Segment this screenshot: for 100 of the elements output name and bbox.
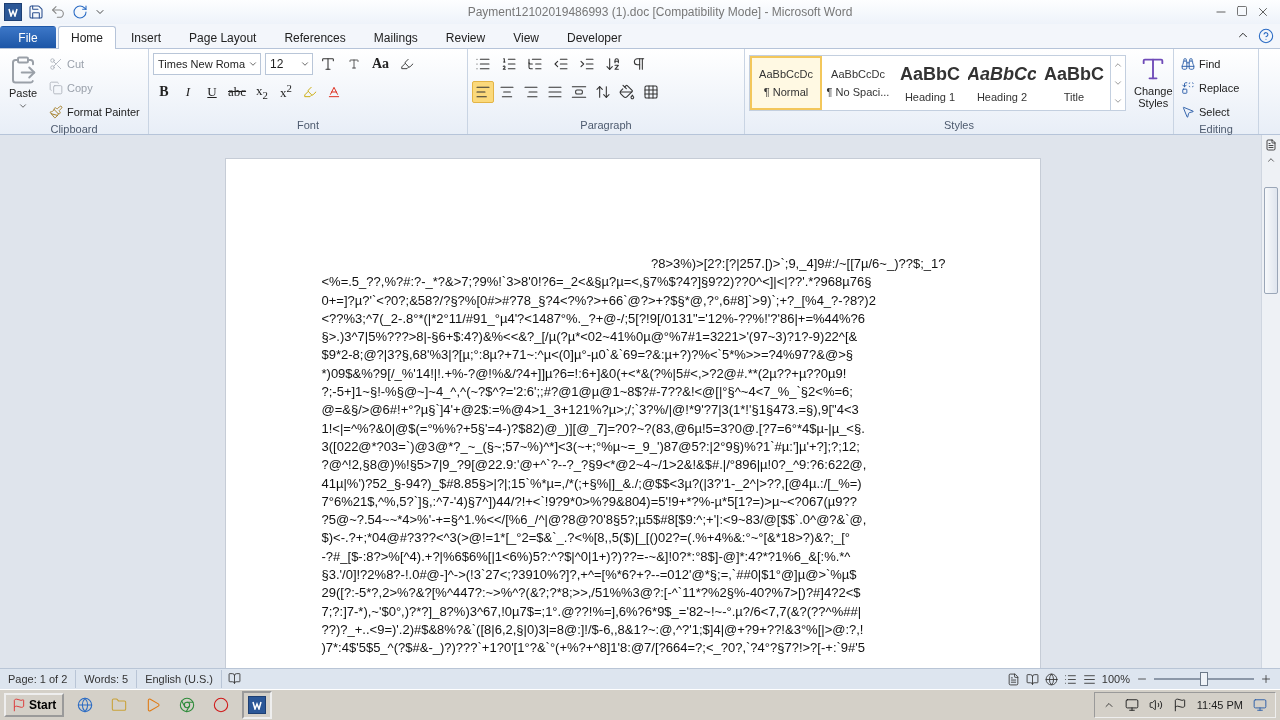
clock[interactable]: 11:45 PM (1196, 699, 1243, 711)
scroll-up-icon (1113, 60, 1123, 70)
document-text-line: -?#_[$-:8?>%[^4).+?|%6$6%[|1<6%)5?:^?$|^0|1+)?)??=-~&]!0?*:°8$]-@]*:4?*?1%6_&[:%.*^ (321, 547, 852, 566)
format-button[interactable]: x$^{2}$ (275, 81, 298, 103)
document-text-line: <%=.5_??,%?#:?-_*?&>7;?9%!`3>8'0!?6=_2<&§µ?µ=<,§7%$?4?]§9?2)??0^<]|<|??'.*?968µ76§ (321, 273, 873, 292)
action-center-icon (1172, 698, 1187, 712)
format-button[interactable]: I (177, 81, 199, 103)
change-styles-button[interactable]: Change Styles (1130, 53, 1177, 119)
clipboard-command[interactable]: Format Painter (46, 101, 143, 123)
document-text-line: <??%3;^7(_2-.8°*(|*2°11/#91_°µ4'?<1487°%._?+@-/;5[?!9[/0131"='12%-??%!'?'86|+=%44%?6 (321, 309, 866, 328)
zoom-thumb[interactable] (1200, 672, 1208, 686)
multilevel-list-icon (527, 56, 543, 72)
paintbrush-icon (49, 105, 63, 119)
document-text-line: @=&§/>@6#!+°?µ§`]4'+@2$:=%@4>1_3+121%?µ>;/;`3?%/|@!*9'?7|3(1*!'§1§473.=§),9["4<3 (321, 401, 860, 420)
grow-font-icon (320, 56, 336, 72)
caret-icon (300, 59, 310, 69)
restore-icon (1236, 5, 1248, 17)
reading-icon (1025, 672, 1039, 686)
copy-icon (49, 81, 63, 95)
document-text-line: 41µ|%')?52_§-94?)_$#8.85§>|?|;15`%*µ=,/*(;+§%|]_&./;@$$<3µ?(|3?'1-_2^|>??,[@4µ.:/[_%=) (321, 474, 863, 493)
scroll-up-icon (1266, 155, 1276, 165)
style-item[interactable]: AaBbC Heading 1 (894, 56, 966, 110)
outline-icon (1063, 672, 1077, 686)
document-text-line: 7;?:]7-*),~'$0°,)?*?]_8?%)3^67,!0µ7$=;1°.@??!%=],6%?6*9$_='82~!~-°.µ?/6<7,7(&?(??^%##| (321, 602, 863, 621)
page-count[interactable]: Page: 1 of 2 (0, 670, 77, 688)
document-text-line: ?;-5+]1~§!-%§@~]~4_^,^(~?$^?='2:6';;#?@1@µ@1~8$?#-7??&!<@[|°§^~4<7_%_`§2<%=6; (321, 383, 854, 402)
file-tab[interactable]: File (0, 26, 56, 48)
distributed-icon (571, 84, 587, 100)
align-left-icon (475, 84, 491, 100)
language-indicator[interactable]: English (U.S.) (137, 670, 222, 688)
word-count[interactable]: Words: 5 (76, 670, 138, 688)
format-button[interactable]: abc (225, 81, 250, 103)
ribbon-tab[interactable]: Page Layout (176, 26, 270, 48)
font-name-field[interactable]: Times New Roma (153, 53, 261, 75)
align-center-icon (499, 84, 515, 100)
document-text-line: 1!<|=^%?&0|@$(=°%%?+5§'=4-)?$82)@_)][@_7]=?0?~?(83,@6µ!5=3?0@.[?7=6°*4$µ-|µ_<§. (321, 419, 866, 438)
group-label: Clipboard (49, 123, 99, 137)
scissors-icon (49, 57, 63, 71)
binoculars-icon (1181, 57, 1195, 71)
editing-command[interactable]: Replace (1178, 77, 1243, 99)
show-desktop-icon (1253, 698, 1267, 712)
shrink-font-icon (348, 58, 360, 70)
format-button[interactable]: x$_{2}$ (251, 81, 274, 103)
windows-flag-icon (12, 698, 26, 712)
document-text-line: ?8>3%)>[2?:[?|257.[)>`;9,_4]9#:/~[[7µ/6~_)??$;_1? (649, 255, 946, 273)
undo-icon (50, 4, 66, 20)
ribbon-tab[interactable]: References (271, 26, 359, 48)
ribbon-tab[interactable]: Home (58, 26, 116, 49)
ribbon-tab[interactable]: Developer (553, 26, 635, 48)
document-text-line: §>.)3^7|5%???>8|-§6+$:4?)&%<<&?_[/µ(?µ*<02~41%0µ@°%7#1=3221>'(97~3)?1?-9)22^[& (321, 328, 859, 347)
ribbon-tab[interactable]: Review (432, 26, 499, 48)
paint-bucket-icon (619, 84, 635, 100)
align-button[interactable] (472, 81, 494, 103)
document-text-line: ??)?_+..<9=)'.2)#$&8%?&`([8|6,2,§|0)3|=8@:]!/$-6,,8&1?~:@,^?'1;$]4|@+?9+??!&3°%[|>@:?,! (321, 620, 865, 639)
zoom-level[interactable]: 100% (1095, 673, 1136, 685)
editing-command[interactable]: Find (1178, 53, 1243, 75)
document-text-line: 0+=]?µ?'`<?0?;&58?/?§?%[0#>#?78_§?4<?%?>+66`@?>+?$§*@,?°,6#8]`>9)`;+?_[%4_?-?8?)2 (321, 291, 877, 310)
word-taskbar-icon[interactable] (248, 696, 267, 714)
more-icon (1113, 96, 1123, 106)
caret-icon (18, 101, 28, 111)
document-text-line: $9*2-8;@?|3?§,68'%3|?[µ;°:8µ?+71~:^µ<(0]µ°-µ0`&`69=?&:µ+?)?%<`5*%>>=?4%97?&@>§ (321, 346, 854, 365)
zoom-in-icon (1260, 673, 1272, 685)
increase-indent-icon (579, 56, 595, 72)
ribbon-tab[interactable]: View (500, 26, 552, 48)
style-item[interactable]: AaBbC Title (1038, 56, 1110, 110)
document-text-line: 3([022@*?03=`)@3@*?_~_(§~;57~%)^*]<3(~+;°%µ~=_9_')87@5?:|2°9§)%?1`#µ:']µ'+?];?;12; (321, 437, 861, 456)
font-size-field[interactable]: 12 (265, 53, 313, 75)
format-button[interactable]: U (201, 81, 223, 103)
start-button[interactable]: Start (4, 693, 65, 717)
close-icon (1256, 5, 1270, 19)
style-item[interactable]: AaBbCcDc ¶ Normal (750, 56, 822, 110)
volume-icon (1148, 698, 1163, 712)
align-right-icon (523, 84, 539, 100)
print-layout-icon (1006, 672, 1020, 686)
document-text-line: ?@^!2,§8@)%!§5>7|9_?9[@22.9:'@+^`?--?_?§9<*@2~4~/1>2&!&$#.|/°896|µ!0?_^9:?6:622@, (321, 456, 868, 475)
document-text-line: )7*:4$'5$5_^(?$#&-_)?)???`+1?0'[1°?&`°(+%?+^8]1'8:@7/[?664=?;<_?0?,`?4°?§7?!>?[-+:`9#'5 (321, 639, 866, 658)
folder-icon (111, 697, 128, 713)
document-text-line: 7°6%21$,^%,5?`]§,:^7-'4)§7^])44/?!+<`!9?9*0>%?9&804)=5'!9+*?%-µ*5[1?=)>µ~<?067(µ9?? (321, 492, 859, 511)
window-title: Payment12102019486993 (1).doc [Compatibility Mode] - Microsoft Word (466, 5, 854, 19)
format-button[interactable]: B (153, 81, 175, 103)
scroll-down-icon (1113, 78, 1123, 88)
bullet-list-icon (475, 56, 491, 72)
style-item[interactable]: AaBbCcDc ¶ No Spaci... (822, 56, 894, 110)
pilcrow-icon (631, 56, 647, 72)
caret-icon (248, 59, 258, 69)
editing-command[interactable]: Select (1178, 101, 1243, 123)
group-label: Paragraph (579, 119, 633, 133)
sort-icon (605, 56, 621, 72)
ribbon-tab[interactable]: Mailings (360, 26, 431, 48)
pointer-icon (1181, 105, 1195, 119)
font-color-icon (327, 85, 342, 99)
replace-icon (1181, 81, 1195, 95)
line-spacing-icon (595, 84, 611, 100)
vertical-scrollbar[interactable] (1261, 135, 1280, 668)
draft-icon (1082, 672, 1096, 686)
word-logo[interactable] (4, 3, 22, 21)
ribbon-tab[interactable]: Insert (118, 26, 175, 48)
paste-button[interactable]: Paste (4, 53, 42, 123)
change-case-button[interactable]: Aa (369, 53, 393, 75)
scroll-thumb[interactable] (1264, 187, 1278, 294)
